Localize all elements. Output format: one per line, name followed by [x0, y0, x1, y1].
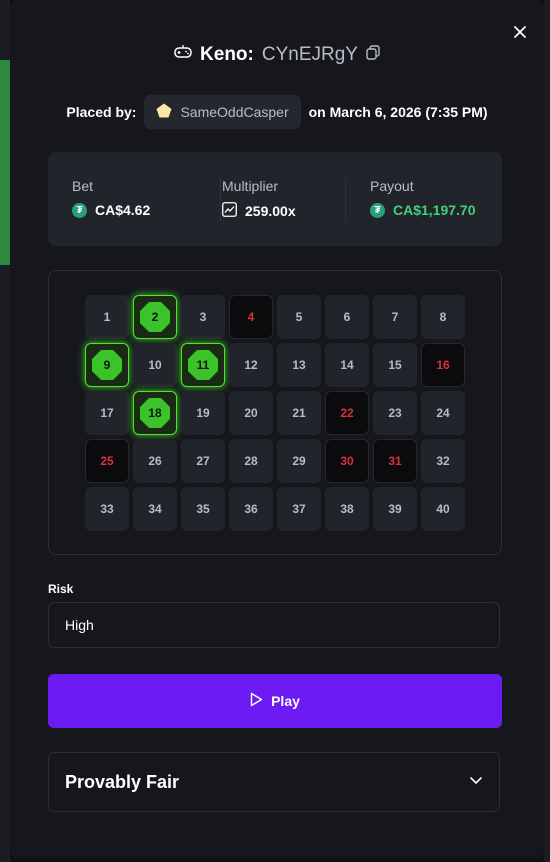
- keno-tile-6[interactable]: 6: [325, 295, 369, 339]
- bet-label: Bet: [72, 178, 94, 194]
- keno-tile-3[interactable]: 3: [181, 295, 225, 339]
- keno-tile-5[interactable]: 5: [277, 295, 321, 339]
- keno-tile-13[interactable]: 13: [277, 343, 321, 387]
- gem-icon: 11: [188, 350, 218, 380]
- keno-tile-39[interactable]: 39: [373, 487, 417, 531]
- keno-tile-1[interactable]: 1: [85, 295, 129, 339]
- keno-tile-27[interactable]: 27: [181, 439, 225, 483]
- keno-tile-22[interactable]: 22: [325, 391, 369, 435]
- gamepad-icon: [174, 44, 192, 66]
- trend-chart-icon: [222, 202, 237, 220]
- keno-tile-2[interactable]: 2: [133, 295, 177, 339]
- tether-coin-icon: ₮: [72, 202, 87, 218]
- copy-icon[interactable]: [366, 44, 380, 66]
- close-icon[interactable]: [510, 22, 530, 42]
- placed-by-label: Placed by:: [66, 104, 137, 120]
- keno-board: 1 2 3 4 5 6 7 8 9 10 11 12 13 14 15 16 17 18 19 20 21 22 23 24 2…: [48, 270, 502, 555]
- username: SameOddCasper: [180, 104, 289, 120]
- keno-tile-16[interactable]: 16: [421, 343, 465, 387]
- keno-tile-14[interactable]: 14: [325, 343, 369, 387]
- keno-tile-15[interactable]: 15: [373, 343, 417, 387]
- keno-tile-10[interactable]: 10: [133, 343, 177, 387]
- keno-tile-4[interactable]: 4: [229, 295, 273, 339]
- gem-icon: 9: [92, 350, 122, 380]
- game-name: Keno:: [200, 44, 254, 65]
- background-banner: [0, 60, 10, 265]
- keno-tile-29[interactable]: 29: [277, 439, 321, 483]
- risk-value: High: [65, 617, 94, 633]
- keno-tile-31[interactable]: 31: [373, 439, 417, 483]
- multiplier-label: Multiplier: [222, 178, 279, 194]
- keno-tile-26[interactable]: 26: [133, 439, 177, 483]
- user-chip[interactable]: SameOddCasper: [144, 95, 301, 129]
- play-label: Play: [271, 693, 300, 709]
- keno-tile-17[interactable]: 17: [85, 391, 129, 435]
- chevron-down-icon: [469, 773, 483, 791]
- bet-stat: Bet ₮ CA$4.62: [72, 178, 150, 218]
- play-icon: [250, 692, 263, 710]
- bet-stats: Bet ₮ CA$4.62 Multiplier 259.00x Payout: [48, 152, 502, 246]
- modal-title: Keno: CYnEJRgY: [10, 44, 544, 66]
- gem-icon: 18: [140, 398, 170, 428]
- keno-tile-25[interactable]: 25: [85, 439, 129, 483]
- risk-label: Risk: [48, 582, 74, 596]
- multiplier-value: 259.00x: [245, 203, 296, 219]
- stats-divider: [220, 178, 221, 222]
- keno-tile-12[interactable]: 12: [229, 343, 273, 387]
- risk-select[interactable]: High: [48, 602, 500, 648]
- keno-tile-33[interactable]: 33: [85, 487, 129, 531]
- placed-date: on March 6, 2026 (7:35 PM): [308, 104, 488, 120]
- keno-tile-28[interactable]: 28: [229, 439, 273, 483]
- keno-tile-24[interactable]: 24: [421, 391, 465, 435]
- gem-icon: 2: [140, 302, 170, 332]
- bet-value: CA$4.62: [95, 202, 151, 218]
- keno-tile-18[interactable]: 18: [133, 391, 177, 435]
- bet-id: CYnEJRgY: [261, 44, 358, 65]
- bet-details-modal: Keno: CYnEJRgY Placed by: SameOddCasper …: [10, 0, 544, 858]
- placed-by-row: Placed by: SameOddCasper on March 6, 202…: [10, 95, 544, 129]
- play-button[interactable]: Play: [48, 674, 502, 728]
- keno-tile-40[interactable]: 40: [421, 487, 465, 531]
- keno-tile-35[interactable]: 35: [181, 487, 225, 531]
- keno-tile-32[interactable]: 32: [421, 439, 465, 483]
- multiplier-stat: Multiplier 259.00x: [222, 178, 296, 220]
- provably-fair-toggle[interactable]: Provably Fair: [48, 752, 500, 812]
- keno-tile-36[interactable]: 36: [229, 487, 273, 531]
- keno-tile-9[interactable]: 9: [85, 343, 129, 387]
- payout-label: Payout: [370, 178, 414, 194]
- keno-tile-8[interactable]: 8: [421, 295, 465, 339]
- payout-stat: Payout ₮ CA$1,197.70: [370, 178, 476, 218]
- stats-divider: [345, 178, 346, 222]
- keno-tile-23[interactable]: 23: [373, 391, 417, 435]
- keno-grid: 1 2 3 4 5 6 7 8 9 10 11 12 13 14 15 16 17 18 19 20 21 22 23 24 2…: [85, 295, 465, 531]
- tether-coin-icon: ₮: [370, 202, 385, 218]
- keno-tile-7[interactable]: 7: [373, 295, 417, 339]
- keno-tile-34[interactable]: 34: [133, 487, 177, 531]
- keno-tile-30[interactable]: 30: [325, 439, 369, 483]
- keno-tile-21[interactable]: 21: [277, 391, 321, 435]
- keno-tile-20[interactable]: 20: [229, 391, 273, 435]
- keno-tile-37[interactable]: 37: [277, 487, 321, 531]
- keno-tile-38[interactable]: 38: [325, 487, 369, 531]
- keno-tile-19[interactable]: 19: [181, 391, 225, 435]
- keno-tile-11[interactable]: 11: [181, 343, 225, 387]
- provably-fair-label: Provably Fair: [65, 771, 180, 792]
- pentagon-rank-icon: [156, 103, 172, 121]
- payout-value: CA$1,197.70: [393, 202, 476, 218]
- background-right-edge: [544, 0, 550, 862]
